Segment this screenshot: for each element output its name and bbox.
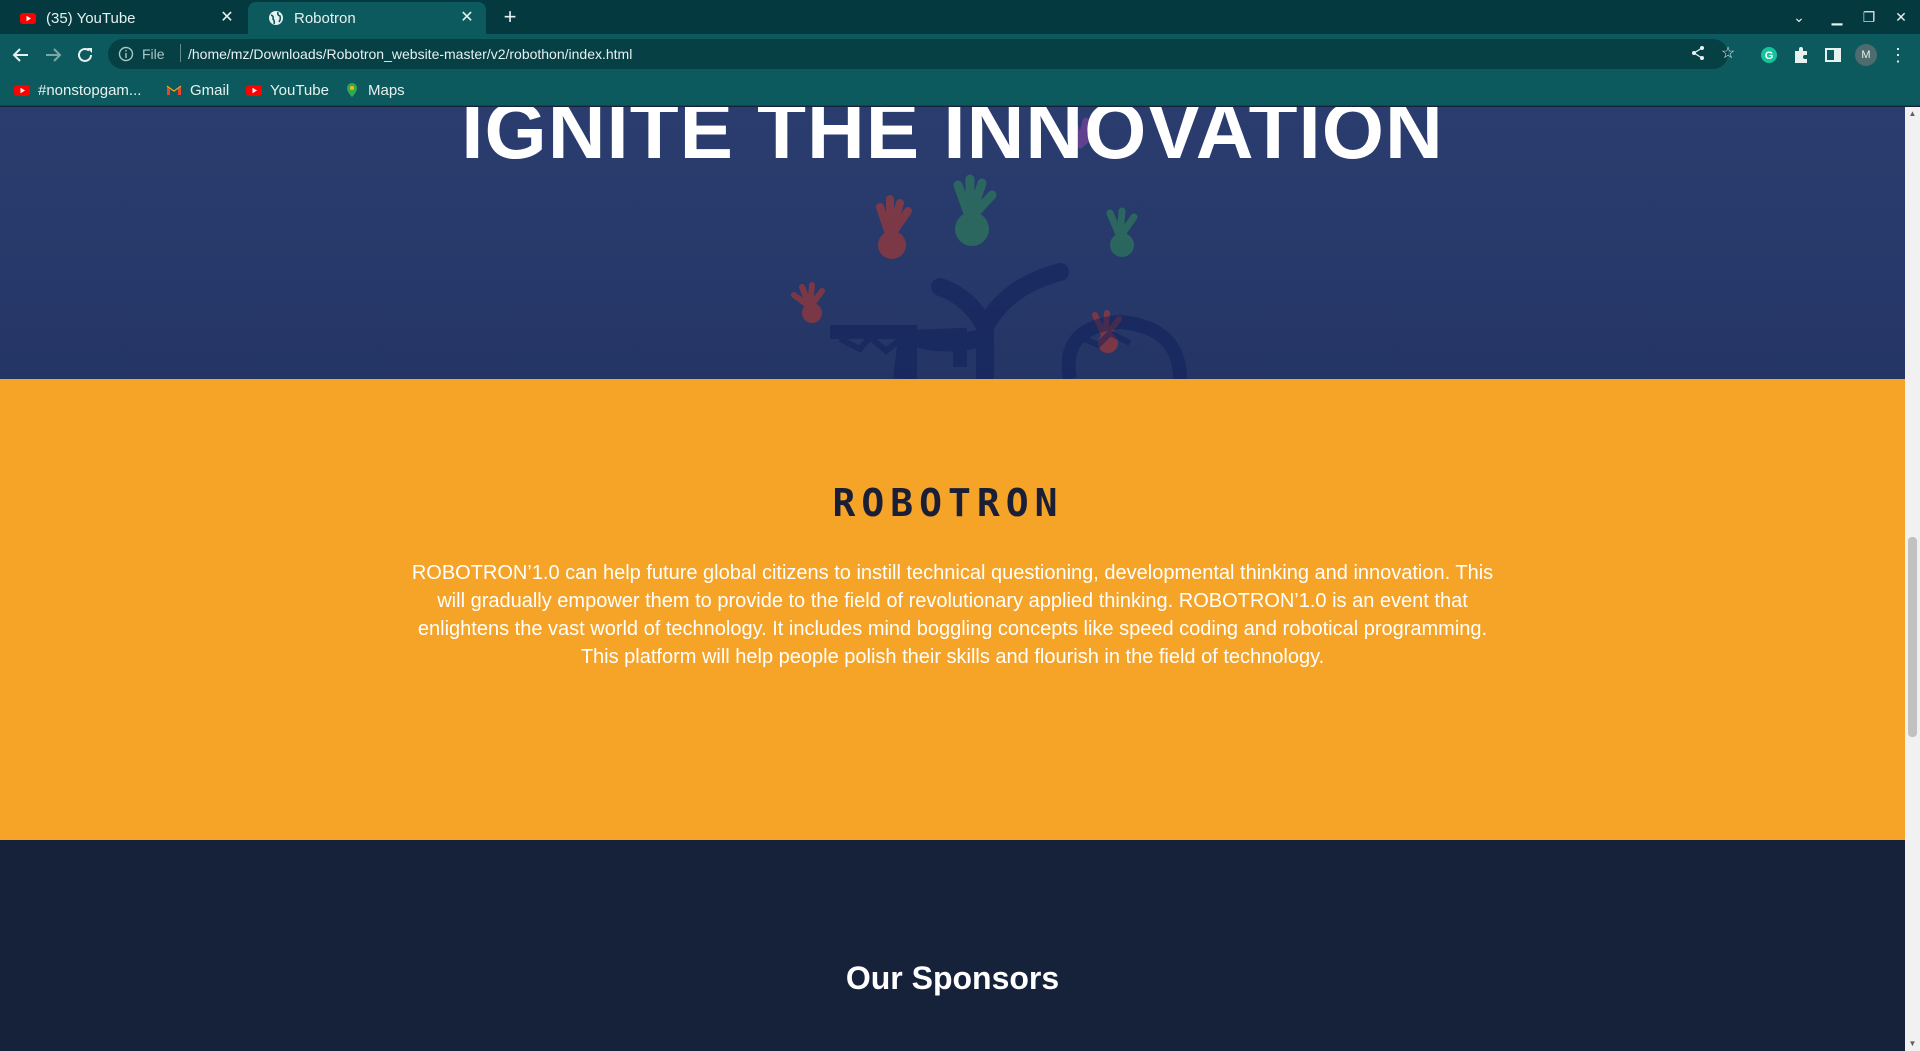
- profile-avatar[interactable]: M: [1855, 44, 1877, 66]
- bookmark-label: YouTube: [270, 81, 329, 99]
- bookmark-star-icon[interactable]: ☆: [1719, 45, 1737, 63]
- reload-button[interactable]: [72, 42, 98, 68]
- bookmark-maps[interactable]: Maps: [344, 80, 405, 100]
- tab-youtube[interactable]: (35) YouTube ✕: [0, 2, 246, 34]
- page-scrollbar[interactable]: ▲ ▼: [1905, 107, 1920, 1051]
- close-tab-icon[interactable]: ✕: [218, 9, 236, 27]
- tab-title: Robotron: [294, 9, 356, 27]
- hero-title: IGNITE THE INNOVATION: [461, 107, 1444, 175]
- bookmark-gmail[interactable]: Gmail: [166, 80, 229, 100]
- bookmark-label: Maps: [368, 81, 405, 99]
- close-tab-icon[interactable]: ✕: [458, 9, 476, 27]
- sponsors-section: Our Sponsors: [0, 840, 1905, 1051]
- url-scheme-label: File: [142, 46, 165, 62]
- youtube-icon: [14, 85, 30, 96]
- tab-search-chevron-icon[interactable]: ⌄: [1786, 4, 1812, 30]
- sponsors-heading: Our Sponsors: [845, 960, 1060, 996]
- back-button[interactable]: [8, 42, 34, 68]
- bookmarks-bar: #nonstopgam... Gmail YouTube Maps: [0, 74, 1920, 106]
- hero-section: IGNITE THE INNOVATION: [0, 107, 1905, 379]
- url-text[interactable]: /home/mz/Downloads/Robotron_website-mast…: [180, 46, 632, 62]
- share-icon[interactable]: [1689, 45, 1707, 63]
- page-viewport: IGNITE THE INNOVATION ROBOTRON ROBOTRON’…: [0, 107, 1905, 1051]
- browser-toolbar: File /home/mz/Downloads/Robotron_website…: [0, 34, 1920, 74]
- forward-button[interactable]: [40, 42, 66, 68]
- about-description: ROBOTRON’1.0 can help future global citi…: [411, 562, 1494, 668]
- scroll-up-arrow-icon[interactable]: ▲: [1905, 107, 1920, 121]
- tab-robotron[interactable]: Robotron ✕: [248, 2, 486, 34]
- svg-text:G: G: [1765, 50, 1774, 62]
- info-icon[interactable]: [118, 46, 134, 62]
- address-bar[interactable]: File /home/mz/Downloads/Robotron_website…: [108, 39, 1728, 69]
- maps-icon: [347, 83, 357, 97]
- share-glyph: [1692, 46, 1704, 60]
- arrow-left-icon: [12, 48, 28, 62]
- close-window-icon[interactable]: ✕: [1888, 4, 1914, 30]
- robotron-logo: ROBOTRON: [832, 486, 1063, 522]
- youtube-icon: [246, 85, 262, 96]
- bookmark-label: Gmail: [190, 81, 230, 99]
- svg-text:ROBOTRON: ROBOTRON: [832, 486, 1063, 522]
- bookmark-label: #nonstopgam...: [38, 81, 142, 99]
- extensions-puzzle-icon[interactable]: [1791, 45, 1811, 65]
- new-tab-button[interactable]: +: [498, 5, 522, 29]
- minimize-icon[interactable]: ▁: [1824, 4, 1850, 30]
- scroll-down-arrow-icon[interactable]: ▼: [1905, 1037, 1920, 1051]
- arrow-right-icon: [46, 48, 62, 62]
- youtube-icon: [20, 13, 36, 24]
- scroll-thumb[interactable]: [1908, 537, 1917, 737]
- tab-strip: (35) YouTube ✕ Robotron ✕ + ⌄ ▁ ❐ ✕: [0, 0, 1920, 34]
- gmail-icon: [166, 85, 182, 95]
- bookmark-youtube[interactable]: YouTube: [246, 80, 329, 100]
- side-panel-icon[interactable]: [1823, 45, 1843, 65]
- more-menu-icon[interactable]: ⋮: [1888, 42, 1908, 68]
- reload-icon: [78, 47, 92, 62]
- globe-icon: [269, 11, 283, 25]
- bookmark-nonstopgaming[interactable]: #nonstopgam...: [14, 80, 141, 100]
- grammarly-icon[interactable]: G: [1759, 45, 1779, 65]
- about-section: ROBOTRON ROBOTRON’1.0 can help future gl…: [0, 379, 1905, 840]
- tab-title: (35) YouTube: [46, 9, 136, 27]
- restore-icon[interactable]: ❐: [1856, 4, 1882, 30]
